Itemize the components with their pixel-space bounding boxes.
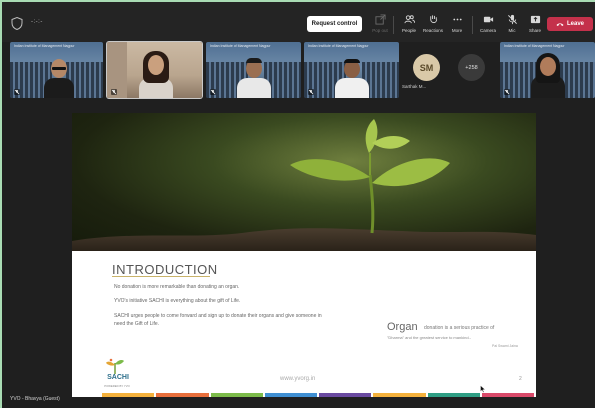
seedling-photo [72, 113, 536, 251]
slide-paragraph: SACHI urges people to come forward and s… [114, 313, 322, 327]
slide-page-number: 2 [519, 376, 522, 382]
participant-tile[interactable]: Indian Institute of Management Nagpur [206, 42, 301, 98]
leave-button[interactable]: Leave [547, 17, 593, 31]
slide-paragraph: No donation is more remarkable than dona… [114, 284, 240, 290]
accent-bar-segment [264, 393, 317, 397]
meeting-timer: -:-:- [31, 19, 43, 25]
share-button[interactable]: Share [524, 12, 546, 38]
toolbar-divider [393, 16, 394, 34]
accent-bar-segment [427, 393, 480, 397]
mic-button[interactable]: Mic [501, 12, 523, 38]
mic-muted-icon [504, 89, 510, 95]
camera-button[interactable]: Camera [477, 12, 499, 38]
people-button[interactable]: People [398, 12, 420, 38]
meeting-window: -:-:- Request control Pop out People Rea… [2, 2, 595, 408]
quote-keyword: Organ [387, 321, 418, 333]
quote-text-line2: "Dharma" and the greatest service to man… [387, 335, 471, 340]
mic-muted-icon [210, 89, 216, 95]
sachi-logo: SACHI POWERED BY YVO [97, 357, 133, 393]
accent-bar-segment [481, 393, 534, 397]
slide-title: INTRODUCTION [112, 262, 218, 277]
sprout-logo-icon [106, 358, 124, 375]
accent-bar-segment [156, 393, 209, 397]
pop-out-button[interactable]: Pop out [369, 12, 391, 38]
meeting-toolbar: -:-:- Request control Pop out People Rea… [2, 2, 595, 42]
quote-attribution: Pai Swami Jaina [492, 344, 518, 348]
logo-tagline: POWERED BY YVO [104, 384, 130, 388]
title-underline [112, 276, 210, 277]
pop-out-icon [374, 14, 386, 25]
reactions-icon [429, 15, 437, 24]
slide-website: www.yvorg.in [280, 376, 316, 382]
mouse-cursor-icon [480, 385, 486, 393]
participant-tile-active[interactable] [106, 41, 203, 99]
slide-paragraph: YVO's initiative SACHI is everything abo… [114, 298, 241, 304]
accent-bar-segment [319, 393, 372, 397]
shield-icon [11, 17, 23, 30]
accent-bar-segment [373, 393, 426, 397]
camera-icon [483, 16, 493, 23]
more-icon [452, 18, 462, 21]
accent-bar-segment [210, 393, 263, 397]
share-icon [530, 15, 540, 24]
participant-tile[interactable]: Indian Institute of Management Nagpur [10, 42, 103, 98]
phone-hangup-icon [556, 23, 564, 26]
more-button[interactable]: More [446, 12, 468, 38]
avatar[interactable]: SM [413, 54, 440, 81]
accent-color-bar [102, 393, 536, 397]
mic-muted-icon [111, 89, 117, 95]
mic-muted-icon [14, 89, 20, 95]
accent-bar-segment [102, 393, 155, 397]
participant-name: Sarthak M... [402, 84, 427, 89]
participant-tile[interactable]: Indian Institute of Management Nagpur [500, 42, 595, 98]
logo-name: SACHI [107, 374, 129, 381]
request-control-button[interactable]: Request control [307, 16, 362, 32]
people-icon [403, 15, 415, 24]
shared-presentation-slide: INTRODUCTION No donation is more remarka… [72, 113, 536, 397]
reactions-button[interactable]: Reactions [422, 12, 444, 38]
participant-tile[interactable]: Indian Institute of Management Nagpur [304, 42, 399, 98]
more-participants-button[interactable]: +258 [458, 54, 485, 81]
mic-muted-icon [308, 89, 314, 95]
mic-muted-icon [507, 14, 517, 25]
quote-text: donation is a serious practice of [424, 325, 495, 331]
presenter-label: YVO - Bhavya (Guest) [10, 396, 60, 402]
toolbar-divider [472, 16, 473, 34]
